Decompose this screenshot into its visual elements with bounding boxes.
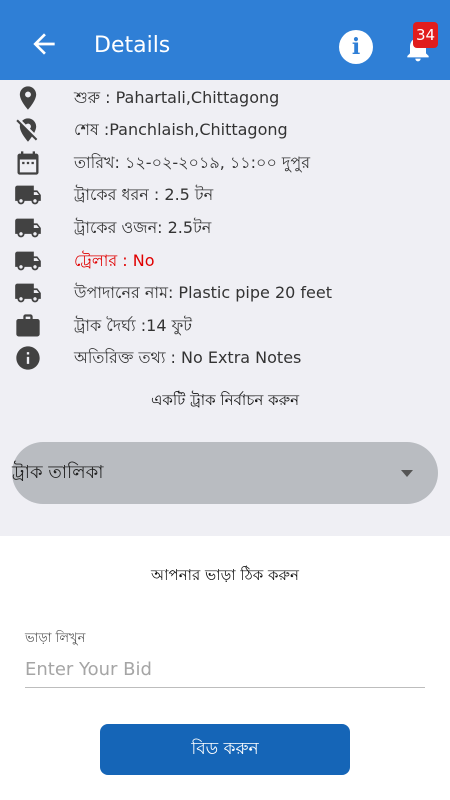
location-off-icon	[16, 118, 38, 142]
end-location-text: শেষ :Panchlaish,Chittagong	[74, 120, 288, 139]
detail-row-end: শেষ :Panchlaish,Chittagong	[0, 114, 450, 146]
detail-row-extra-info: অতিরিক্ত তথ্য : No Extra Notes	[0, 342, 450, 374]
notification-badge: 34	[413, 22, 439, 48]
truck-list-dropdown-value: ট্রাক তালিকা	[12, 462, 104, 483]
bid-heading: আপনার ভাড়া ঠিক করুন	[151, 566, 299, 584]
detail-row-truck-type: ট্রাকের ধরন : 2.5 টন	[0, 179, 450, 211]
detail-row-trailer: ট্রেলার : No	[0, 245, 450, 277]
truck-icon	[15, 283, 41, 303]
app-bar: Details i 34	[0, 0, 450, 80]
info-circle-icon	[16, 346, 40, 370]
detail-row-date: তারিখ: ১২-০২-২০১৯, ১১:০০ দুপুর	[0, 147, 450, 179]
briefcase-icon	[16, 314, 40, 337]
location-pin-icon	[19, 86, 37, 110]
back-arrow-icon[interactable]	[28, 28, 60, 60]
truck-type-text: ট্রাকের ধরন : 2.5 টন	[74, 185, 214, 204]
truck-icon	[15, 251, 41, 271]
submit-bid-button[interactable]: বিড করুন	[100, 724, 350, 775]
trailer-text: ট্রেলার : No	[74, 251, 155, 270]
info-icon[interactable]: i	[339, 30, 373, 64]
start-location-text: শুরু : Pahartali,Chittagong	[74, 88, 280, 107]
truck-list-dropdown[interactable]: ট্রাক তালিকা	[12, 442, 438, 504]
extra-info-text: অতিরিক্ত তথ্য : No Extra Notes	[74, 348, 302, 367]
bid-input[interactable]	[25, 652, 425, 688]
truck-length-text: ট্রাক দৈর্ঘ্য :14 ফুট	[74, 316, 193, 335]
detail-row-material: উপাদানের নাম: Plastic pipe 20 feet	[0, 277, 450, 309]
detail-row-start: শুরু : Pahartali,Chittagong	[0, 82, 450, 114]
calendar-icon	[17, 151, 39, 175]
dropdown-arrow-icon	[401, 470, 413, 477]
date-text: তারিখ: ১২-০২-২০১৯, ১১:০০ দুপুর	[74, 153, 311, 172]
truck-weight-text: ট্রাকের ওজন: 2.5টন	[74, 218, 212, 237]
truck-select-heading: একটি ট্রাক নির্বাচন করুন	[150, 391, 300, 409]
truck-icon	[15, 185, 41, 205]
truck-icon	[15, 218, 41, 238]
bid-field-label: ভাড়া লিখুন	[25, 631, 86, 646]
page-title: Details	[94, 33, 171, 58]
detail-row-truck-weight: ট্রাকের ওজন: 2.5টন	[0, 212, 450, 244]
material-text: উপাদানের নাম: Plastic pipe 20 feet	[74, 283, 332, 302]
detail-row-truck-length: ট্রাক দৈর্ঘ্য :14 ফুট	[0, 310, 450, 342]
